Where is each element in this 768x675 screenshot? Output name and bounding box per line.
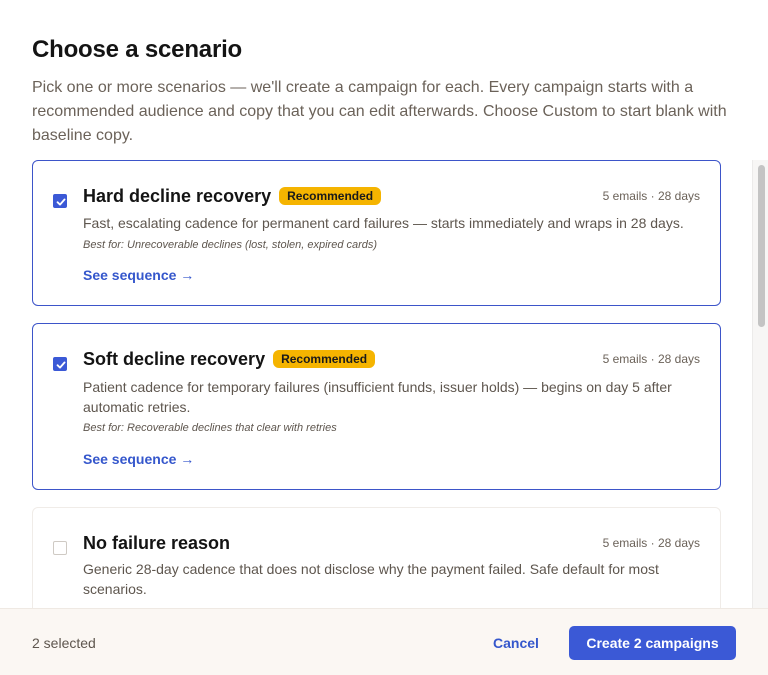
scenario-checkbox-hard-decline[interactable] <box>53 194 67 208</box>
scenario-checkbox-no-failure-reason[interactable] <box>53 541 67 555</box>
scenario-meta: 5 emails · 28 days <box>602 189 700 203</box>
cancel-button[interactable]: Cancel <box>493 635 539 651</box>
check-icon <box>56 198 66 206</box>
check-icon <box>56 361 66 369</box>
scenario-card-no-failure-reason[interactable]: No failure reason 5 emails · 28 days Gen… <box>32 507 721 608</box>
recommended-badge: Recommended <box>273 350 376 368</box>
scenario-best-for: Best for: Recoverable declines that clea… <box>83 422 337 434</box>
create-campaigns-button[interactable]: Create 2 campaigns <box>569 626 736 660</box>
scenario-dialog: Choose a scenario Pick one or more scena… <box>0 0 768 675</box>
scenario-description: Patient cadence for temporary failures (… <box>83 379 672 415</box>
scrollbar-thumb[interactable] <box>758 165 765 327</box>
list-scrollbar[interactable] <box>752 160 768 608</box>
scenario-checkbox-soft-decline[interactable] <box>53 357 67 371</box>
scenario-card-soft-decline[interactable]: Soft decline recovery Recommended 5 emai… <box>32 323 721 490</box>
dialog-footer: 2 selected Cancel Create 2 campaigns <box>0 608 768 675</box>
dialog-header: Choose a scenario Pick one or more scena… <box>0 0 768 148</box>
scenario-best-for: Best for: Unrecoverable declines (lost, … <box>83 239 378 251</box>
selected-count: 2 selected <box>32 635 96 651</box>
see-sequence-link[interactable]: See sequence → <box>83 451 194 467</box>
scenario-title-row: No failure reason <box>83 532 230 554</box>
scenario-title: Soft decline recovery <box>83 349 266 369</box>
scenario-description: Generic 28-day cadence that does not dis… <box>83 561 659 597</box>
scenario-title-row: Soft decline recovery Recommended <box>83 348 376 370</box>
recommended-badge: Recommended <box>279 187 382 205</box>
see-sequence-link[interactable]: See sequence → <box>83 267 194 283</box>
scenario-title-row: Hard decline recovery Recommended <box>83 185 382 207</box>
scenario-title: No failure reason <box>83 533 231 553</box>
scenario-title: Hard decline recovery <box>83 186 272 206</box>
scenario-card-hard-decline[interactable]: Hard decline recovery Recommended 5 emai… <box>32 160 721 306</box>
scenario-description: Fast, escalating cadence for permanent c… <box>83 215 684 231</box>
scenario-meta: 5 emails · 28 days <box>602 352 700 366</box>
scenario-meta: 5 emails · 28 days <box>602 536 700 550</box>
dialog-subtitle: Pick one or more scenarios — we'll creat… <box>32 79 727 144</box>
dialog-title: Choose a scenario <box>32 36 243 63</box>
scenario-list[interactable]: Hard decline recovery Recommended 5 emai… <box>32 160 721 608</box>
